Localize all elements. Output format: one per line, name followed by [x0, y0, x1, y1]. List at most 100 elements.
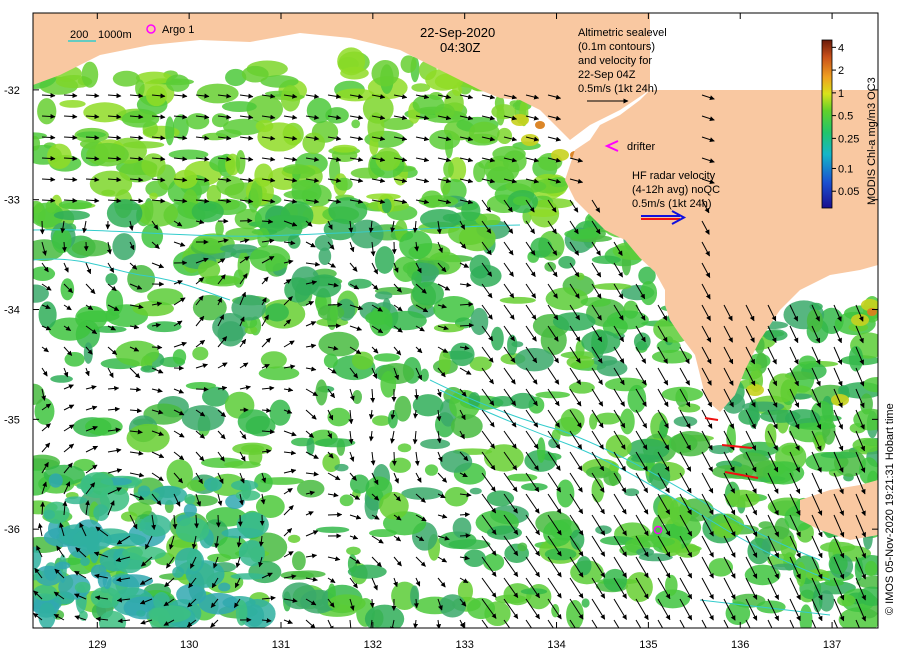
chlorophyll-patch: [351, 119, 361, 129]
chlorophyll-patch: [499, 296, 536, 304]
chlorophyll-patch: [287, 234, 301, 249]
chlorophyll-patch: [410, 585, 420, 607]
chlorophyll-patch: [576, 556, 592, 576]
chlorophyll-patch: [137, 485, 151, 498]
chlorophyll-patch: [327, 594, 366, 613]
chlorophyll-patch: [339, 494, 354, 507]
chlorophyll-patch: [329, 304, 339, 323]
chlorophyll-patch: [260, 351, 287, 369]
chlorophyll-patch: [192, 346, 209, 361]
chlorophyll-patch: [795, 561, 806, 587]
chlorophyll-patch: [86, 142, 129, 167]
velocity-arrow: [41, 134, 56, 140]
chlorophyll-patch: [568, 381, 595, 394]
chlorophyll-patch: [45, 200, 57, 213]
chlorophyll-patch: [46, 143, 72, 170]
chlorophyll-patch: [93, 504, 110, 521]
altimetric-line-1: Altimetric sealevel: [578, 27, 667, 39]
x-tick-label: 130: [180, 639, 198, 651]
x-tick-label: 132: [364, 639, 382, 651]
chlorophyll-patch: [149, 192, 158, 200]
chlorophyll-patch: [196, 83, 239, 104]
colorbar-tick-label: 4: [838, 42, 844, 54]
chlorophyll-patch: [640, 280, 658, 306]
chlorophyll-patch: [536, 437, 546, 463]
chlorophyll-patch: [90, 586, 121, 609]
chlorophyll-patch: [349, 474, 370, 494]
chlorophyll-patch: [215, 220, 224, 237]
chlorophyll-patch: [153, 592, 170, 610]
chlorophyll-patch: [265, 303, 289, 322]
chlorophyll-patch: [292, 551, 306, 571]
chlorophyll-patch: [172, 349, 187, 365]
chlorophyll-patch: [420, 438, 451, 450]
hf-line-1: HF radar velocity: [632, 170, 716, 182]
velocity-arrow: [151, 344, 163, 350]
chlorophyll-patch: [346, 546, 361, 556]
velocity-arrow: [41, 113, 56, 119]
velocity-arrow: [195, 386, 209, 392]
chlorophyll-patch: [468, 121, 500, 144]
chlorophyll-patch: [183, 503, 197, 517]
velocity-arrow: [61, 241, 67, 253]
chlorophyll-patch: [235, 149, 246, 175]
chlorophyll-patch: [450, 342, 475, 367]
velocity-arrow: [391, 451, 397, 466]
chlorophyll-patch: [181, 405, 225, 432]
chlorophyll-patch: [211, 113, 229, 128]
chlorophyll-patch: [149, 607, 171, 628]
velocity-arrow: [41, 92, 56, 98]
x-tick-label: 135: [639, 639, 657, 651]
chlorophyll-patch: [467, 597, 496, 620]
chlorophyll-patch: [282, 164, 311, 175]
chlorophyll-patch: [33, 135, 41, 151]
chlorophyll-patch: [591, 255, 621, 264]
chlorophyll-patch: [828, 553, 848, 575]
chlorophyll-patch: [535, 391, 571, 399]
chlorophyll-patch: [38, 602, 56, 628]
chlorophyll-patch: [625, 572, 653, 602]
colorbar-title: MODIS Chl-a mg/m3 OC3: [866, 77, 878, 205]
chlorophyll-patch: [853, 408, 878, 431]
chlorophyll-high-patch: [831, 394, 849, 406]
chlorophyll-patch: [302, 132, 325, 154]
chlorophyll-patch: [184, 493, 196, 505]
chlorophyll-patch: [215, 129, 242, 138]
chlorophyll-patch: [186, 113, 210, 130]
chlorophyll-patch: [337, 47, 366, 76]
chlorophyll-patch: [491, 104, 516, 120]
y-tick-label: -34: [4, 305, 20, 317]
chlorophyll-patch: [530, 237, 553, 258]
chlorophyll-patch: [122, 546, 166, 561]
map-time: 04:30Z: [440, 40, 481, 55]
chlorophyll-patch: [237, 251, 250, 280]
chlorophyll-patch: [371, 60, 400, 87]
chlorophyll-patch: [763, 329, 788, 341]
chlorophyll-patch: [725, 489, 760, 508]
chlorophyll-patch: [560, 408, 585, 433]
chlorophyll-patch: [60, 278, 75, 301]
chlorophyll-patch: [552, 312, 596, 332]
chlorophyll-patch: [53, 210, 90, 221]
chlorophyll-patch: [506, 473, 538, 482]
altimetric-line-3: and velocity for: [578, 55, 652, 67]
chlorophyll-patch: [165, 116, 175, 146]
velocity-arrow: [459, 533, 471, 539]
isobath-label-1000: 1000m: [98, 29, 132, 41]
chlorophyll-patch: [564, 228, 600, 240]
chlorophyll-patch: [517, 542, 528, 552]
chlorophyll-patch: [81, 61, 99, 88]
chlorophyll-patch: [334, 463, 349, 472]
chlorophyll-patch: [258, 366, 300, 381]
chlorophyll-patch: [852, 437, 878, 453]
chlorophyll-patch: [580, 297, 611, 307]
chlorophyll-patch: [136, 200, 179, 227]
chlorophyll-patch: [58, 199, 93, 210]
chlorophyll-patch: [232, 442, 273, 455]
chlorophyll-patch: [98, 610, 127, 628]
chlorophyll-patch: [397, 443, 412, 453]
colorbar: [821, 39, 833, 209]
velocity-arrow: [41, 197, 56, 203]
chlorophyll-patch: [443, 160, 454, 178]
chlorophyll-patch: [48, 473, 63, 488]
